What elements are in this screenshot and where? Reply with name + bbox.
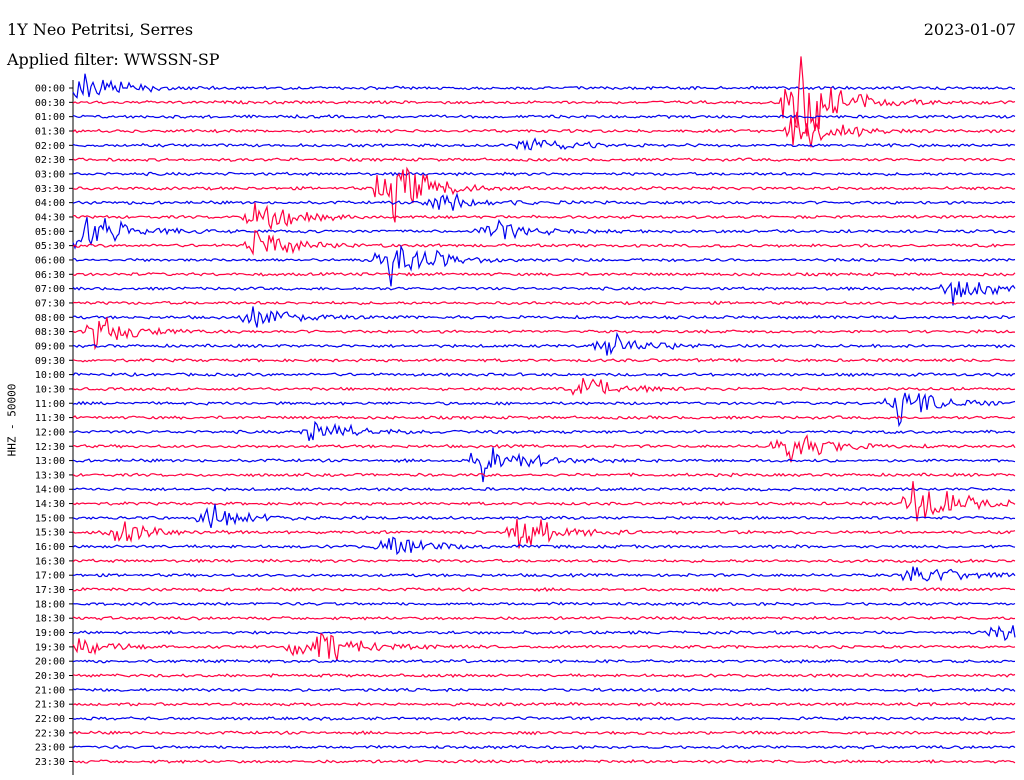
trace-1200 — [72, 420, 1016, 441]
time-tick-label: 04:00 — [35, 198, 65, 209]
trace-0030 — [72, 56, 1016, 137]
trace-0330 — [72, 166, 1016, 223]
time-tick-label: 10:00 — [35, 370, 65, 381]
time-tick-label: 11:00 — [35, 399, 65, 410]
trace-1400 — [72, 486, 1016, 492]
time-tick-label: 05:00 — [35, 227, 65, 238]
time-tick-label: 14:00 — [35, 485, 65, 496]
time-tick-label: 12:00 — [35, 427, 65, 438]
time-tick-label: 17:30 — [35, 585, 65, 596]
trace-1100 — [72, 392, 1016, 428]
time-tick-label: 08:00 — [35, 313, 65, 324]
time-tick-label: 03:00 — [35, 169, 65, 180]
time-tick-label: 22:30 — [35, 728, 65, 739]
time-tick-label: 16:00 — [35, 542, 65, 553]
time-tick-label: 18:00 — [35, 599, 65, 610]
trace-1830 — [72, 615, 1016, 621]
trace-0600 — [72, 244, 1016, 287]
time-tick-label: 03:30 — [35, 184, 65, 195]
trace-1300 — [72, 447, 1016, 483]
time-tick-label: 15:30 — [35, 528, 65, 539]
trace-1800 — [72, 601, 1016, 607]
trace-1330 — [72, 472, 1016, 478]
time-tick-label: 09:00 — [35, 341, 65, 352]
trace-0400 — [72, 192, 1016, 211]
time-tick-label: 11:30 — [35, 413, 65, 424]
trace-2100 — [72, 687, 1016, 693]
trace-2230 — [72, 730, 1016, 736]
trace-0200 — [72, 137, 1016, 151]
trace-1430 — [72, 481, 1016, 522]
time-tick-label: 21:00 — [35, 685, 65, 696]
time-tick-label: 13:00 — [35, 456, 65, 467]
trace-0500 — [72, 217, 1016, 250]
trace-1500 — [72, 503, 1016, 529]
time-tick-label: 23:00 — [35, 743, 65, 754]
trace-0100 — [72, 114, 1016, 120]
trace-1530 — [72, 518, 1016, 549]
time-tick-label: 12:30 — [35, 442, 65, 453]
time-tick-label: 07:30 — [35, 298, 65, 309]
time-tick-label: 00:30 — [35, 98, 65, 109]
trace-2330 — [72, 758, 1016, 764]
trace-0700 — [72, 281, 1016, 306]
time-tick-label: 16:30 — [35, 556, 65, 567]
trace-1600 — [72, 536, 1016, 556]
time-tick-label: 13:30 — [35, 470, 65, 481]
time-tick-label: 10:30 — [35, 384, 65, 395]
time-tick-label: 01:30 — [35, 126, 65, 137]
time-tick-label: 22:00 — [35, 714, 65, 725]
time-tick-label: 09:30 — [35, 356, 65, 367]
trace-1030 — [72, 377, 1016, 396]
trace-0830 — [72, 317, 1016, 351]
time-tick-label: 20:30 — [35, 671, 65, 682]
time-tick-label: 06:30 — [35, 270, 65, 281]
time-tick-label: 18:30 — [35, 614, 65, 625]
trace-0730 — [72, 300, 1016, 306]
time-tick-label: 15:00 — [35, 513, 65, 524]
trace-0800 — [72, 306, 1016, 328]
time-tick-label: 02:00 — [35, 141, 65, 152]
trace-0530 — [72, 229, 1016, 256]
time-tick-label: 21:30 — [35, 700, 65, 711]
time-tick-label: 00:00 — [35, 84, 65, 95]
trace-2200 — [72, 715, 1016, 722]
trace-2030 — [72, 673, 1016, 678]
time-tick-label: 23:30 — [35, 757, 65, 768]
trace-1700 — [72, 566, 1016, 582]
time-tick-label: 14:30 — [35, 499, 65, 510]
trace-2130 — [72, 701, 1016, 707]
time-tick-label: 17:00 — [35, 571, 65, 582]
time-tick-label: 02:30 — [35, 155, 65, 166]
trace-0900 — [72, 331, 1016, 356]
trace-1630 — [72, 558, 1016, 564]
trace-1930 — [72, 632, 1016, 661]
time-tick-label: 04:30 — [35, 212, 65, 223]
trace-1230 — [72, 434, 1016, 463]
trace-0000 — [72, 73, 1016, 99]
time-tick-label: 08:30 — [35, 327, 65, 338]
trace-0630 — [72, 271, 1016, 277]
trace-2000 — [72, 658, 1016, 664]
time-tick-label: 01:00 — [35, 112, 65, 123]
trace-1130 — [72, 415, 1016, 420]
time-tick-label: 19:30 — [35, 642, 65, 653]
time-tick-label: 05:30 — [35, 241, 65, 252]
time-tick-label: 19:00 — [35, 628, 65, 639]
trace-1900 — [72, 625, 1016, 642]
time-tick-label: 06:00 — [35, 255, 65, 266]
time-tick-label: 20:00 — [35, 657, 65, 668]
helicorder-plot: 00:00 00:30 01:00 01:30 02:00 02:30 03:00 03:30… — [35, 56, 1016, 775]
trace-0430 — [72, 202, 1016, 231]
trace-2300 — [72, 744, 1016, 750]
trace-0300 — [72, 171, 1016, 177]
trace-0930 — [72, 357, 1016, 363]
time-tick-label: 07:00 — [35, 284, 65, 295]
trace-0230 — [72, 157, 1016, 163]
trace-1730 — [72, 586, 1016, 593]
trace-1000 — [72, 371, 1016, 378]
